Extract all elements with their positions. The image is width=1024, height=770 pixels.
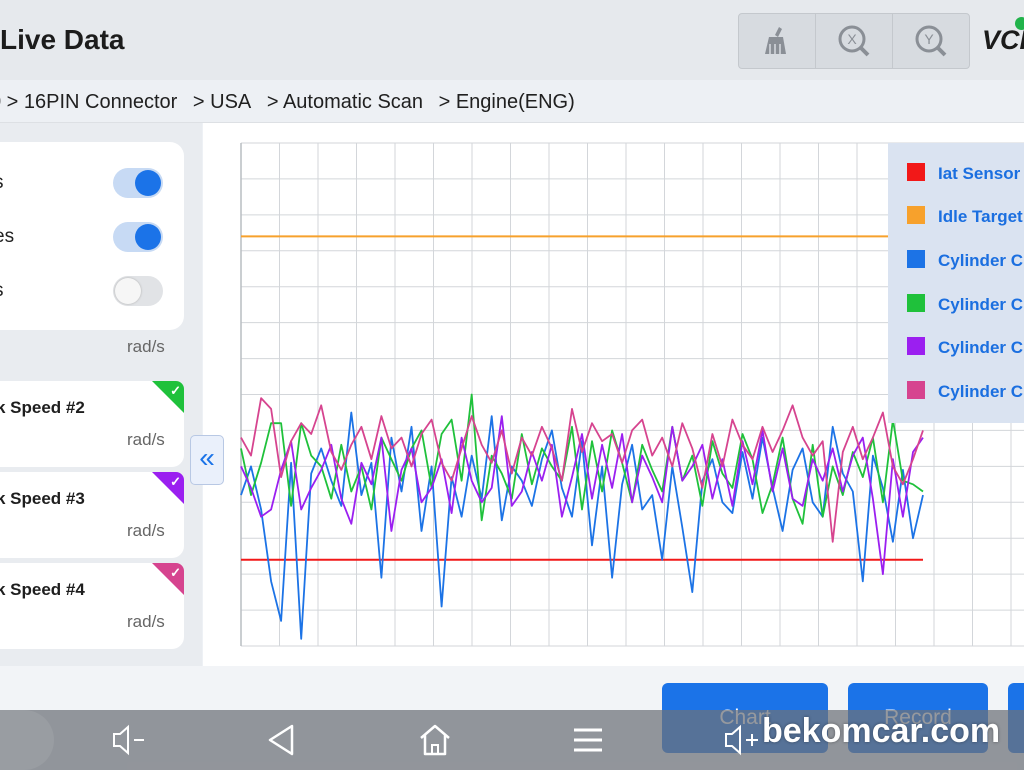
menu-button[interactable]	[566, 720, 610, 760]
volume-down-icon	[113, 724, 144, 756]
legend-swatch	[907, 250, 925, 268]
y-axis-icon: Y	[915, 25, 947, 57]
legend-label: Cylinder Cr	[938, 382, 1024, 401]
breadcrumb-item[interactable]: > USA	[193, 91, 251, 113]
breadcrumb-path: 0 > 16PIN Connector > USA > Automatic Sc…	[0, 91, 585, 114]
double-chevron-left-icon: «	[199, 442, 215, 473]
legend-label: Iat Sensor	[938, 164, 1021, 183]
home-button[interactable]	[413, 720, 457, 760]
page-title: Live Data	[0, 24, 125, 55]
setting-label: s	[0, 280, 4, 302]
setting-toggle[interactable]	[113, 168, 163, 198]
toggle-knob	[135, 224, 161, 250]
nav-pill	[0, 710, 54, 770]
toggle-knob	[135, 170, 161, 196]
pid-item[interactable]: k Speed #4 rad/s ✓	[0, 563, 184, 649]
legend-label: Idle Target	[938, 207, 1023, 226]
vci-status-icon	[1015, 17, 1024, 30]
setting-label: s	[0, 172, 4, 194]
legend-swatch	[907, 163, 925, 181]
pid-unit: rad/s	[127, 337, 165, 356]
x-axis-button[interactable]: X	[816, 14, 893, 68]
setting-row: es	[0, 216, 184, 256]
pid-unit: rad/s	[127, 430, 165, 449]
pid-unit: rad/s	[127, 612, 165, 631]
x-axis-letter: X	[847, 31, 857, 47]
settings-card: s es s	[0, 142, 184, 330]
vci-brand: VCI	[982, 25, 1024, 55]
home-icon	[420, 724, 450, 756]
toggle-knob	[115, 278, 141, 304]
back-icon	[268, 724, 294, 756]
setting-toggle[interactable]	[113, 276, 163, 306]
breadcrumb-item[interactable]: > Engine(ENG)	[439, 91, 575, 113]
chart-legend: Iat Sensor Idle Target Cylinder Cr Cylin…	[888, 143, 1024, 423]
legend-swatch	[907, 294, 925, 312]
volume-up-icon	[725, 724, 758, 756]
check-icon: ✓	[170, 383, 181, 398]
clear-button[interactable]	[739, 14, 816, 68]
pid-item[interactable]: k Speed #2 rad/s ✓	[0, 381, 184, 467]
collapse-panel-button[interactable]: «	[190, 435, 224, 485]
setting-toggle[interactable]	[113, 222, 163, 252]
check-icon: ✓	[170, 565, 181, 580]
watermark-text: bekomcar.com	[762, 712, 1001, 750]
pid-unit: rad/s	[127, 521, 165, 540]
breadcrumb: 0 > 16PIN Connector > USA > Automatic Sc…	[0, 80, 1024, 123]
back-button[interactable]	[260, 720, 304, 760]
legend-label: Cylinder Cr	[938, 251, 1024, 270]
menu-icon	[574, 728, 602, 752]
clear-icon	[765, 27, 786, 54]
header-bar: Live Data X Y VCI	[0, 0, 1024, 80]
setting-label: es	[0, 226, 15, 247]
pid-name: k Speed #2	[0, 398, 85, 417]
legend-swatch	[907, 337, 925, 355]
legend-swatch	[907, 206, 925, 224]
volume-up-button[interactable]	[720, 720, 764, 760]
breadcrumb-item[interactable]: 0 > 16PIN Connector	[0, 91, 177, 113]
y-axis-button[interactable]: Y	[893, 14, 969, 68]
chart-toolbar: X Y	[738, 13, 970, 69]
pid-item[interactable]: k Speed #3 rad/s ✓	[0, 472, 184, 558]
series-line	[240, 411, 924, 640]
series-line	[240, 397, 924, 543]
setting-row: s	[0, 270, 184, 310]
x-axis-icon: X	[838, 25, 870, 57]
pid-name: k Speed #3	[0, 489, 85, 508]
volume-down-button[interactable]	[108, 720, 152, 760]
y-axis-letter: Y	[924, 31, 934, 47]
legend-swatch	[907, 381, 925, 399]
legend-label: Cylinder Cr	[938, 338, 1024, 357]
pid-name: k Speed #4	[0, 580, 85, 599]
setting-row: s	[0, 162, 184, 202]
breadcrumb-item[interactable]: > Automatic Scan	[267, 91, 423, 113]
check-icon: ✓	[170, 474, 181, 489]
legend-label: Cylinder Cr	[938, 295, 1024, 314]
